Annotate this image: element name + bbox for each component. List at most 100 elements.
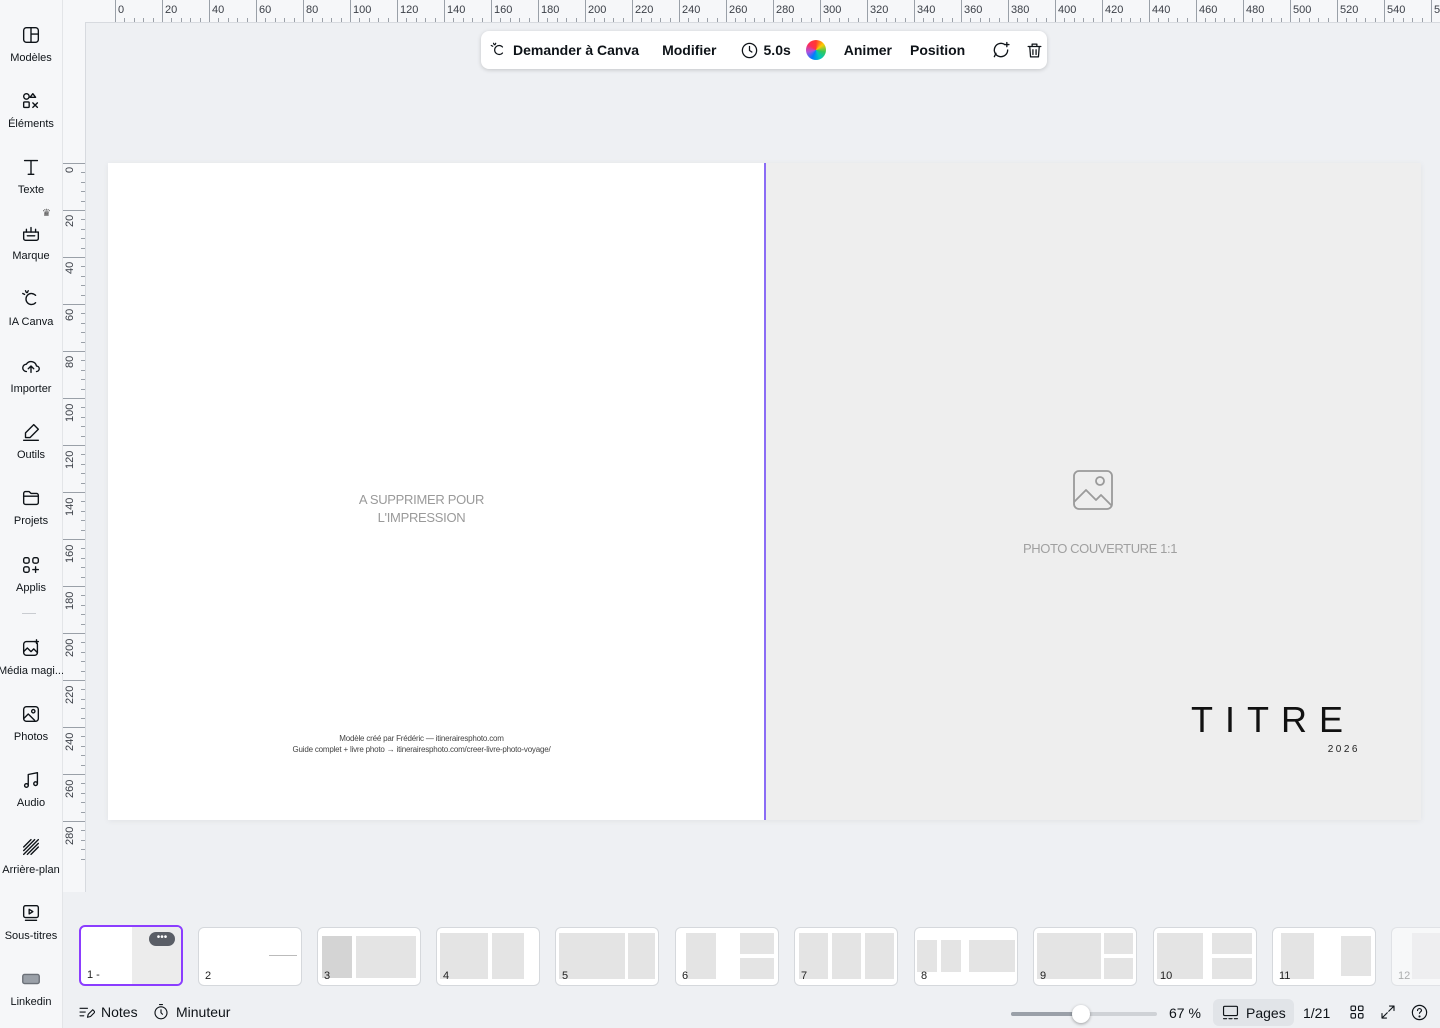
page-thumbnail-2[interactable]: 2 [198,927,302,986]
sidebar-item-magic-media[interactable]: Média magi... [0,635,64,695]
ruler-minor-tick [81,839,85,841]
sidebar-item-text[interactable]: Texte [0,154,62,214]
ruler-top-label: 40 [212,4,225,16]
design-canvas[interactable]: A SUPPRIMER POUR L'IMPRESSION Modèle cré… [108,163,1421,820]
ruler-top-label: 20 [165,4,178,16]
sidebar-item-label: Arrière-plan [2,864,60,876]
sidebar-item-brand[interactable]: Marque [0,220,62,280]
sidebar-item-subtitles[interactable]: Sous-titres [0,900,62,960]
credit-line2[interactable]: Guide complet + livre photo → itineraire… [108,745,735,754]
add-comment-button[interactable] [979,31,1017,69]
ruler-top-label: 220 [635,4,654,16]
grid-view-button[interactable] [1348,1003,1366,1021]
position-label: Position [910,42,966,58]
ruler-major-tick [63,351,85,352]
ruler-minor-tick [1355,18,1357,22]
sidebar-item-background[interactable]: Arrière-plan [0,834,62,894]
timer-button[interactable]: Minuteur [152,1003,230,1021]
animate-label: Animer [843,42,892,58]
ruler-minor-tick [810,18,812,22]
help-button[interactable] [1410,1003,1429,1022]
color-button[interactable] [800,31,832,69]
delete-note-line2[interactable]: L'IMPRESSION [108,509,735,527]
animate-button[interactable]: Animer [832,31,901,69]
ruler-minor-tick [1365,18,1367,22]
left-page[interactable]: A SUPPRIMER POUR L'IMPRESSION Modèle cré… [108,163,765,820]
position-button[interactable]: Position [901,31,979,69]
ruler-major-tick [209,0,210,22]
page-thumbnail-8[interactable]: 8 [914,927,1018,986]
image-placeholder-icon[interactable] [1072,469,1114,511]
ruler-left-label: 280 [64,826,76,845]
sidebar-item-tools[interactable]: Outils [0,419,62,479]
credit-line1[interactable]: Modèle créé par Frédéric — itinerairesph… [108,734,735,743]
more-options-button[interactable]: ••• [149,932,175,946]
left-sidebar: Modèles Éléments Texte ♛ Marque IA Canva… [0,0,64,1028]
ruler-minor-tick [81,783,85,785]
ruler-minor-tick [312,18,314,22]
ruler-minor-tick [359,18,361,22]
ruler-minor-tick [1374,18,1376,22]
ruler-minor-tick [81,529,85,531]
notes-label: Notes [101,1004,138,1020]
page-thumbnail-5[interactable]: 5 [555,927,659,986]
edit-button[interactable]: Modifier [648,31,730,69]
ruler-top-label: 80 [306,4,319,16]
page-thumbnail-9[interactable]: 9 [1033,927,1137,986]
ruler-minor-tick [782,18,784,22]
ruler-top-label: 400 [1058,4,1077,16]
sidebar-item-audio[interactable]: Audio [0,767,62,827]
sidebar-item-templates[interactable]: Modèles [0,22,62,82]
thumb-block [865,933,894,979]
page-thumbnail-4[interactable]: 4 [436,927,540,986]
ruler-minor-tick [472,18,474,22]
bottom-bar: Notes Minuteur 67 % Pages 1/21 [63,997,1440,1028]
fullscreen-button[interactable] [1379,1003,1397,1021]
page-thumbnail-3[interactable]: 3 [317,927,421,986]
duration-button[interactable]: 5.0s [731,31,800,69]
ruler-minor-tick [1083,18,1085,22]
photo-caption[interactable]: PHOTO COUVERTURE 1:1 [965,541,1235,556]
sidebar-item-photos[interactable]: Photos [0,701,62,761]
ruler-minor-tick [180,18,182,22]
page-counter[interactable]: 1/21 [1303,1005,1330,1021]
page-thumbnail-12[interactable]: 12 [1391,927,1440,986]
delete-note-line1[interactable]: A SUPPRIMER POUR [108,491,735,509]
ruler-minor-tick [81,426,85,428]
page-thumbnail-7[interactable]: 7 [794,927,898,986]
right-page[interactable]: PHOTO COUVERTURE 1:1 TITRE 2026 [765,163,1421,820]
ruler-major-tick [63,539,85,540]
ruler-minor-tick [81,360,85,362]
ruler-minor-tick [81,642,85,644]
ruler-minor-tick [321,18,323,22]
page-thumbnail-1[interactable]: ••• 1 - [79,925,183,986]
ruler-left-label: 100 [64,403,76,422]
page-thumbnail-11[interactable]: 11 [1272,927,1376,986]
ruler-left-label: 140 [64,497,76,516]
pages-button[interactable]: Pages [1213,999,1294,1026]
delete-button[interactable] [1017,31,1052,69]
cover-year[interactable]: 2026 [1225,744,1360,755]
ruler-minor-tick [763,18,765,22]
sidebar-item-elements[interactable]: Éléments [0,88,62,148]
ruler-minor-tick [81,313,85,315]
page-thumbnail-6[interactable]: 6 [675,927,779,986]
ruler-minor-tick [406,18,408,22]
page-thumbnail-10[interactable]: 10 [1153,927,1257,986]
zoom-slider-handle[interactable] [1072,1005,1090,1023]
ruler-minor-tick [81,275,85,277]
thumb-block [686,933,716,979]
sidebar-item-projects[interactable]: Projets [0,485,62,545]
sidebar-item-linkedin[interactable]: Linkedin [0,966,62,1026]
magic-media-icon [20,637,42,659]
ruler-minor-tick [1327,18,1329,22]
sidebar-item-ai-canva[interactable]: IA Canva [0,286,62,346]
cover-title[interactable]: TITRE [1185,699,1355,741]
sidebar-item-apps[interactable]: Applis [0,552,62,612]
ask-canva-button[interactable]: Demander à Canva [481,31,648,69]
notes-button[interactable]: Notes [77,1003,138,1021]
zoom-level[interactable]: 67 % [1169,1005,1201,1021]
zoom-slider[interactable] [1011,1005,1157,1023]
folder-icon [20,487,42,509]
sidebar-item-import[interactable]: Importer [0,353,62,413]
